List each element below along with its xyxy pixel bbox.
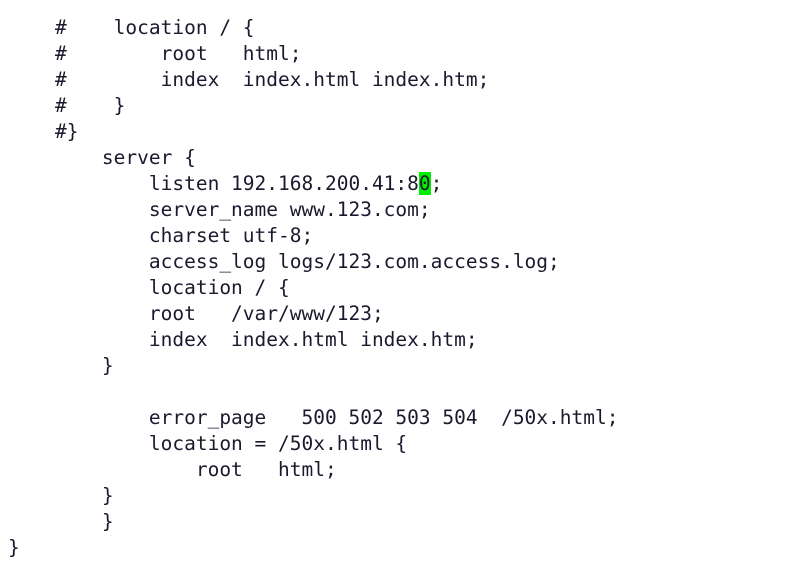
code-line[interactable]: root html;: [0, 457, 785, 483]
code-line[interactable]: }: [0, 535, 785, 561]
code-line[interactable]: access_log logs/123.com.access.log;: [0, 249, 785, 275]
code-text-after-cursor: ;: [430, 172, 443, 195]
code-line-blank[interactable]: [0, 379, 785, 405]
code-line[interactable]: }: [0, 483, 785, 509]
code-line[interactable]: error_page 500 502 503 504 /50x.html;: [0, 405, 785, 431]
code-line[interactable]: # }: [0, 93, 785, 119]
code-line[interactable]: }: [0, 353, 785, 379]
text-cursor[interactable]: 0: [418, 172, 431, 195]
code-line[interactable]: # location / {: [0, 15, 785, 41]
code-line-with-cursor[interactable]: listen 192.168.200.41:80;: [0, 171, 785, 197]
code-line[interactable]: location / {: [0, 275, 785, 301]
code-line[interactable]: # index index.html index.htm;: [0, 67, 785, 93]
code-line[interactable]: #}: [0, 119, 785, 145]
code-line[interactable]: index index.html index.htm;: [0, 327, 785, 353]
code-line[interactable]: }: [0, 509, 785, 535]
code-line[interactable]: # root html;: [0, 41, 785, 67]
code-text-before-cursor: listen 192.168.200.41:8: [8, 172, 419, 195]
editor-surface[interactable]: # location / { # root html; # index inde…: [0, 0, 785, 575]
code-line[interactable]: server_name www.123.com;: [0, 197, 785, 223]
code-line[interactable]: location = /50x.html {: [0, 431, 785, 457]
code-line[interactable]: root /var/www/123;: [0, 301, 785, 327]
code-line[interactable]: server {: [0, 145, 785, 171]
code-line[interactable]: charset utf-8;: [0, 223, 785, 249]
